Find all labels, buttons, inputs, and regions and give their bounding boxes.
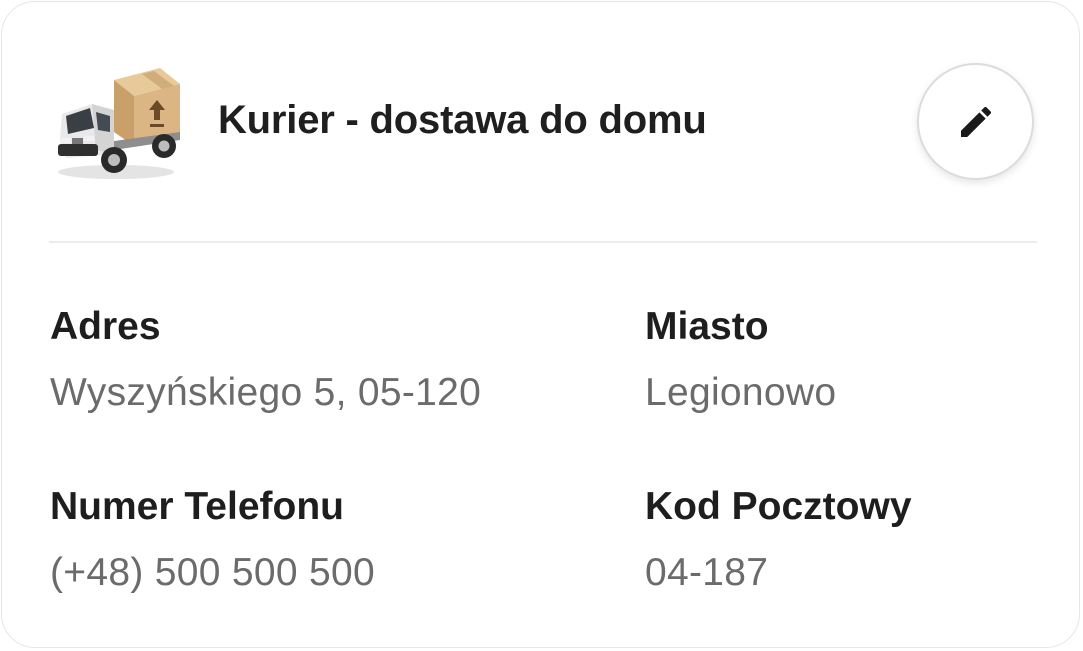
address-field: Adres Wyszyńskiego 5, 05-120 <box>50 304 481 416</box>
address-value: Wyszyńskiego 5, 05-120 <box>50 371 482 414</box>
pencil-icon <box>956 102 996 142</box>
postal-code-field: Kod Pocztowy 04-187 <box>645 484 912 596</box>
phone-label: Numer Telefonu <box>50 485 344 528</box>
delivery-truck-icon <box>52 54 188 184</box>
phone-value: (+48) 500 500 500 <box>50 551 375 594</box>
phone-field: Numer Telefonu (+48) 500 500 500 <box>50 484 375 596</box>
card-header: Kurier - dostawa do domu <box>2 2 1079 242</box>
postal-code-value: 04-187 <box>645 551 769 594</box>
header-divider <box>49 241 1037 243</box>
city-field: Miasto Legionowo <box>645 304 836 416</box>
postal-code-label: Kod Pocztowy <box>645 485 912 528</box>
address-label: Adres <box>50 305 161 348</box>
delivery-card: Kurier - dostawa do domu Adres Wyszyński… <box>1 1 1080 648</box>
delivery-method-title: Kurier - dostawa do domu <box>218 98 707 142</box>
city-value: Legionowo <box>645 371 837 414</box>
edit-delivery-button[interactable] <box>917 63 1034 180</box>
city-label: Miasto <box>645 305 769 348</box>
